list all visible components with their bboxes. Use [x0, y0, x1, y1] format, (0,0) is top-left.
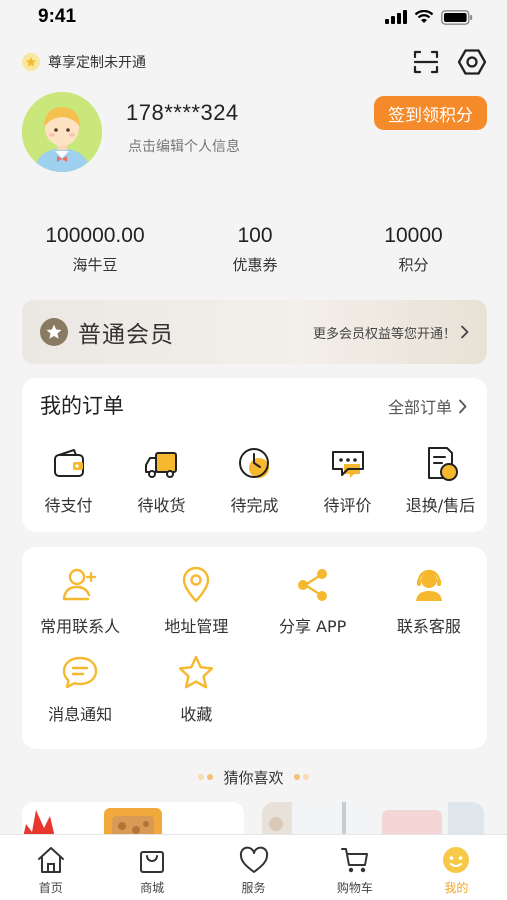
order-pending-payment[interactable]: 待支付: [22, 444, 115, 516]
order-after-sale[interactable]: 退换/售后: [394, 444, 487, 516]
order-label: 退换/售后: [405, 496, 476, 515]
signal-icon: [385, 10, 407, 24]
checkin-button[interactable]: 签到领积分: [374, 96, 487, 130]
order-label: 待评价: [323, 496, 372, 515]
stat-value: 100000.00: [45, 224, 145, 247]
tab-label: 服务: [241, 881, 266, 895]
orders-title: 我的订单: [40, 394, 124, 418]
shopping-bag-icon: [140, 851, 165, 873]
service-label: 消息通知: [48, 705, 113, 724]
orders-card: 我的订单 全部订单 待支付 待收货 待完成 待评价 退换/售后: [22, 378, 487, 532]
bottom-tab-bar: 首页 商城 服务 购物车 我的: [0, 834, 507, 900]
member-more-link[interactable]: 更多会员权益等您开通！: [313, 323, 469, 342]
service-share-app[interactable]: 分享 APP: [255, 565, 371, 653]
service-label: 收藏: [180, 705, 213, 724]
guess-you-like-header: 猜你喜欢: [0, 765, 507, 789]
contact-add-icon: [62, 568, 97, 601]
stat-value: 10000: [384, 224, 443, 247]
member-left: 普通会员: [40, 315, 174, 349]
tab-home[interactable]: 首页: [0, 835, 101, 900]
stat-label: 积分: [398, 256, 429, 274]
member-more-label: 更多会员权益等您开通！: [312, 326, 456, 342]
order-pending-complete[interactable]: 待完成: [208, 444, 301, 516]
avatar-illustration: [22, 92, 102, 172]
wallet-icon: [53, 449, 84, 477]
order-pending-receipt[interactable]: 待收货: [115, 444, 208, 516]
vip-note-label: 尊享定制未开通: [48, 55, 146, 71]
chevron-right-icon: [461, 325, 469, 339]
order-status-list: 待支付 待收货 待完成 待评价 退换/售后: [22, 444, 487, 516]
stat-hainiudou[interactable]: 100000.00 海牛豆: [0, 224, 190, 288]
chevron-right-icon: [459, 399, 467, 413]
stat-points[interactable]: 10000 积分: [320, 224, 507, 288]
decorative-dots-left: [198, 774, 214, 780]
edit-profile-hint[interactable]: 点击编辑个人信息: [128, 136, 240, 156]
services-grid: 常用联系人 地址管理 分享 APP 联系客服 消息通知 收藏: [22, 565, 487, 741]
profile-section: 178****324 点击编辑个人信息 签到领积分: [22, 92, 487, 174]
comment-icon: [331, 451, 364, 478]
tab-label: 商城: [140, 881, 165, 895]
tab-label: 我的: [444, 881, 469, 895]
service-notifications[interactable]: 消息通知: [22, 653, 138, 741]
guess-you-like-label: 猜你喜欢: [223, 768, 284, 787]
service-label: 联系客服: [396, 617, 461, 636]
after-sale-icon: [427, 447, 458, 481]
tab-label: 购物车: [336, 881, 373, 895]
member-star-icon: [40, 318, 68, 346]
status-bar: 9:41: [0, 0, 507, 34]
service-address[interactable]: 地址管理: [138, 565, 254, 653]
tab-mine[interactable]: 我的: [406, 835, 507, 900]
member-title: 普通会员: [78, 322, 174, 348]
order-label: 待支付: [44, 496, 93, 515]
status-icons: [385, 9, 473, 25]
status-time: 9:41: [38, 6, 77, 27]
settings-hexagon-icon[interactable]: [457, 47, 487, 77]
customer-service-icon: [415, 569, 442, 601]
phone-number[interactable]: 178****324: [126, 100, 239, 126]
service-contacts[interactable]: 常用联系人: [22, 565, 138, 653]
home-icon: [37, 847, 64, 873]
mine-icon: [443, 847, 470, 873]
service-favorites[interactable]: 收藏: [138, 653, 254, 741]
member-card[interactable]: 普通会员 更多会员权益等您开通！: [22, 300, 487, 364]
order-label: 待收货: [137, 496, 186, 515]
tab-cart[interactable]: 购物车: [304, 835, 405, 900]
stat-label: 海牛豆: [72, 256, 118, 274]
cart-icon: [340, 848, 368, 873]
share-icon: [297, 569, 327, 601]
service-customer-support[interactable]: 联系客服: [371, 565, 487, 653]
stat-label: 优惠券: [232, 256, 278, 274]
stats-row: 100000.00 海牛豆 100 优惠券 10000 积分: [0, 224, 507, 288]
stat-value: 100: [237, 224, 273, 247]
wifi-icon: [414, 10, 434, 23]
service-label: 常用联系人: [40, 617, 121, 636]
vip-customization-note[interactable]: 尊享定制未开通: [22, 52, 146, 72]
avatar[interactable]: [22, 92, 102, 172]
top-actions: [413, 47, 487, 77]
order-pending-review[interactable]: 待评价: [301, 444, 394, 516]
heart-icon: [239, 846, 268, 873]
truck-icon: [144, 452, 177, 478]
all-orders-link[interactable]: 全部订单: [388, 394, 467, 418]
tab-mall[interactable]: 商城: [101, 835, 202, 900]
tab-label: 首页: [38, 881, 63, 895]
battery-icon: [441, 9, 473, 25]
decorative-dots-right: [293, 774, 309, 780]
all-orders-label: 全部订单: [387, 398, 452, 417]
clock-icon: [238, 448, 269, 478]
service-label: 分享 APP: [278, 617, 347, 636]
top-row: 尊享定制未开通: [0, 44, 507, 80]
location-pin-icon: [183, 566, 210, 603]
stat-coupons[interactable]: 100 优惠券: [190, 224, 320, 288]
order-label: 待完成: [230, 496, 279, 515]
star-icon: [179, 655, 214, 689]
scan-icon[interactable]: [413, 49, 439, 75]
message-icon: [62, 656, 98, 689]
service-label: 地址管理: [164, 617, 229, 636]
services-card: 常用联系人 地址管理 分享 APP 联系客服 消息通知 收藏: [22, 547, 487, 749]
tab-service[interactable]: 服务: [203, 835, 304, 900]
vip-star-icon: [22, 53, 40, 71]
